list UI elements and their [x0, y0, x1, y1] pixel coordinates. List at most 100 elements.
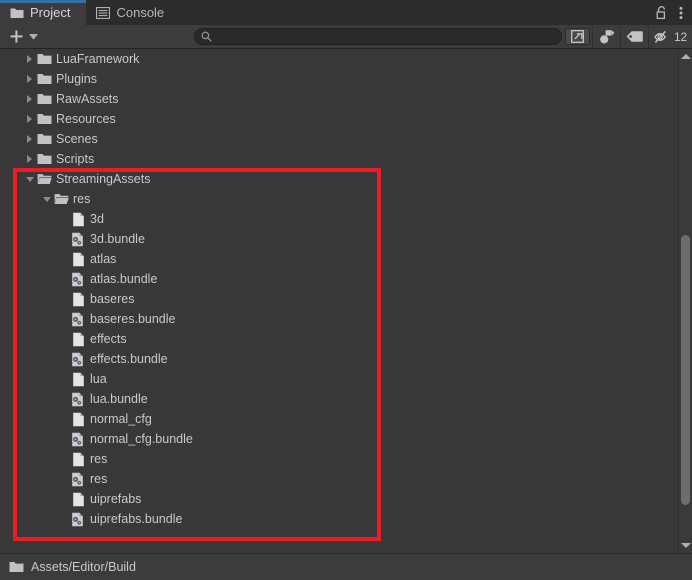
tree-row[interactable]: Resources: [0, 109, 665, 129]
tree-row[interactable]: normal_cfg: [0, 409, 665, 429]
tree-row[interactable]: uiprefabs: [0, 489, 665, 509]
chevron-down-icon: [29, 33, 38, 40]
tree-row-icon: [70, 372, 86, 387]
tree-row-icon: [70, 512, 86, 527]
vertical-scrollbar[interactable]: [678, 49, 692, 553]
tab-console[interactable]: Console: [86, 0, 180, 25]
tree-row[interactable]: normal_cfg.bundle: [0, 429, 665, 449]
tree-row[interactable]: Scripts: [0, 149, 665, 169]
tab-project[interactable]: Project: [0, 0, 87, 25]
tree-row-icon: [70, 292, 86, 307]
tree-row-icon: [70, 332, 86, 347]
folder-icon: [37, 134, 51, 144]
search-field[interactable]: [194, 28, 563, 45]
tree-row[interactable]: baseres.bundle: [0, 309, 665, 329]
tree-row-label: 3d: [90, 212, 104, 226]
folder-icon: [10, 8, 24, 18]
tree-row[interactable]: 3d.bundle: [0, 229, 665, 249]
hidden-items-icon: [654, 30, 667, 43]
kebab-menu-icon[interactable]: [679, 6, 683, 20]
tree-row[interactable]: uiprefabs.bundle: [0, 509, 665, 529]
tree-row[interactable]: res: [0, 189, 665, 209]
label-tag-icon: [626, 31, 643, 42]
tree-row-label: Resources: [56, 112, 116, 126]
tree-row-label: Plugins: [56, 72, 97, 86]
tree-row-label: LuaFramework: [56, 52, 140, 66]
tree-row-icon: [70, 212, 86, 227]
file-icon: [72, 492, 84, 506]
tree-row-label: Scenes: [56, 132, 98, 146]
folder-icon: [37, 154, 51, 164]
expand-arrow-icon[interactable]: [23, 95, 36, 103]
tree-row[interactable]: baseres: [0, 289, 665, 309]
status-path: Assets/Editor/Build: [31, 560, 136, 574]
tree-row[interactable]: atlas: [0, 249, 665, 269]
tree-row-label: atlas: [90, 252, 117, 266]
tree-row[interactable]: lua.bundle: [0, 389, 665, 409]
create-asset-button[interactable]: [0, 25, 48, 48]
tree-row-icon: [36, 153, 52, 165]
label-tag-button[interactable]: [620, 25, 648, 48]
collapse-arrow-icon[interactable]: [23, 176, 36, 182]
tree-row-icon: [70, 452, 86, 467]
tree-row[interactable]: RawAssets: [0, 89, 665, 109]
project-toolbar: 12: [0, 25, 692, 49]
tree-row-label: uiprefabs.bundle: [90, 512, 183, 526]
tree-row-label: StreamingAssets: [56, 172, 151, 186]
bundle-asset-icon: [72, 312, 83, 326]
project-window: Project Console 12 LuaFramework Plugins …: [0, 0, 692, 580]
tree-row-label: res: [90, 472, 108, 486]
tree-row-icon: [70, 432, 86, 447]
expand-arrow-icon[interactable]: [23, 115, 36, 123]
tree-row[interactable]: LuaFramework: [0, 49, 665, 69]
scroll-up-arrow[interactable]: [679, 50, 692, 63]
tree-row[interactable]: lua: [0, 369, 665, 389]
tree-row-label: normal_cfg.bundle: [90, 432, 193, 446]
expand-arrow-icon[interactable]: [23, 55, 36, 63]
search-input[interactable]: [212, 29, 562, 44]
expand-arrow-icon[interactable]: [23, 75, 36, 83]
hidden-items-count: 12: [674, 29, 687, 44]
search-expand-button[interactable]: [565, 28, 591, 45]
tree-row[interactable]: res: [0, 469, 665, 489]
tree-row-label: lua.bundle: [90, 392, 148, 406]
search-icon: [201, 31, 212, 42]
tree-row[interactable]: effects: [0, 329, 665, 349]
tree-row[interactable]: effects.bundle: [0, 349, 665, 369]
folder-icon: [37, 114, 51, 124]
tree-row-icon: [36, 53, 52, 65]
status-bar: Assets/Editor/Build: [0, 553, 692, 580]
bundle-asset-icon: [72, 432, 83, 446]
tree-row-label: RawAssets: [56, 92, 119, 106]
lock-icon[interactable]: [656, 5, 667, 20]
file-icon: [72, 412, 84, 426]
tree-row[interactable]: res: [0, 449, 665, 469]
scrollbar-thumb[interactable]: [681, 235, 690, 505]
tree-row-icon: [70, 492, 86, 507]
file-icon: [72, 332, 84, 346]
file-icon: [72, 292, 84, 306]
tree-row-icon: [53, 193, 69, 205]
hidden-items-button[interactable]: 12: [648, 25, 692, 48]
asset-filter-icon: [600, 30, 615, 44]
tree-row[interactable]: atlas.bundle: [0, 269, 665, 289]
folder-icon: [37, 94, 51, 104]
tree-row-icon: [70, 272, 86, 287]
tree-row-label: uiprefabs: [90, 492, 142, 506]
tree-row[interactable]: Plugins: [0, 69, 665, 89]
tree-row[interactable]: Scenes: [0, 129, 665, 149]
tree-row-icon: [70, 252, 86, 267]
tree-row[interactable]: StreamingAssets: [0, 169, 665, 189]
asset-tree: LuaFramework Plugins RawAssets Resources Sce…: [0, 49, 665, 529]
tree-row-label: Scripts: [56, 152, 95, 166]
scroll-down-arrow[interactable]: [679, 539, 692, 552]
tree-row[interactable]: 3d: [0, 209, 665, 229]
collapse-arrow-icon[interactable]: [40, 196, 53, 202]
expand-arrow-icon[interactable]: [23, 135, 36, 143]
tree-row-icon: [36, 173, 52, 185]
folder-open-icon: [54, 194, 69, 204]
project-tree-panel[interactable]: LuaFramework Plugins RawAssets Resources Sce…: [0, 49, 692, 553]
asset-filter-button[interactable]: [592, 25, 620, 48]
expand-arrow-icon[interactable]: [23, 155, 36, 163]
folder-icon: [37, 54, 51, 64]
